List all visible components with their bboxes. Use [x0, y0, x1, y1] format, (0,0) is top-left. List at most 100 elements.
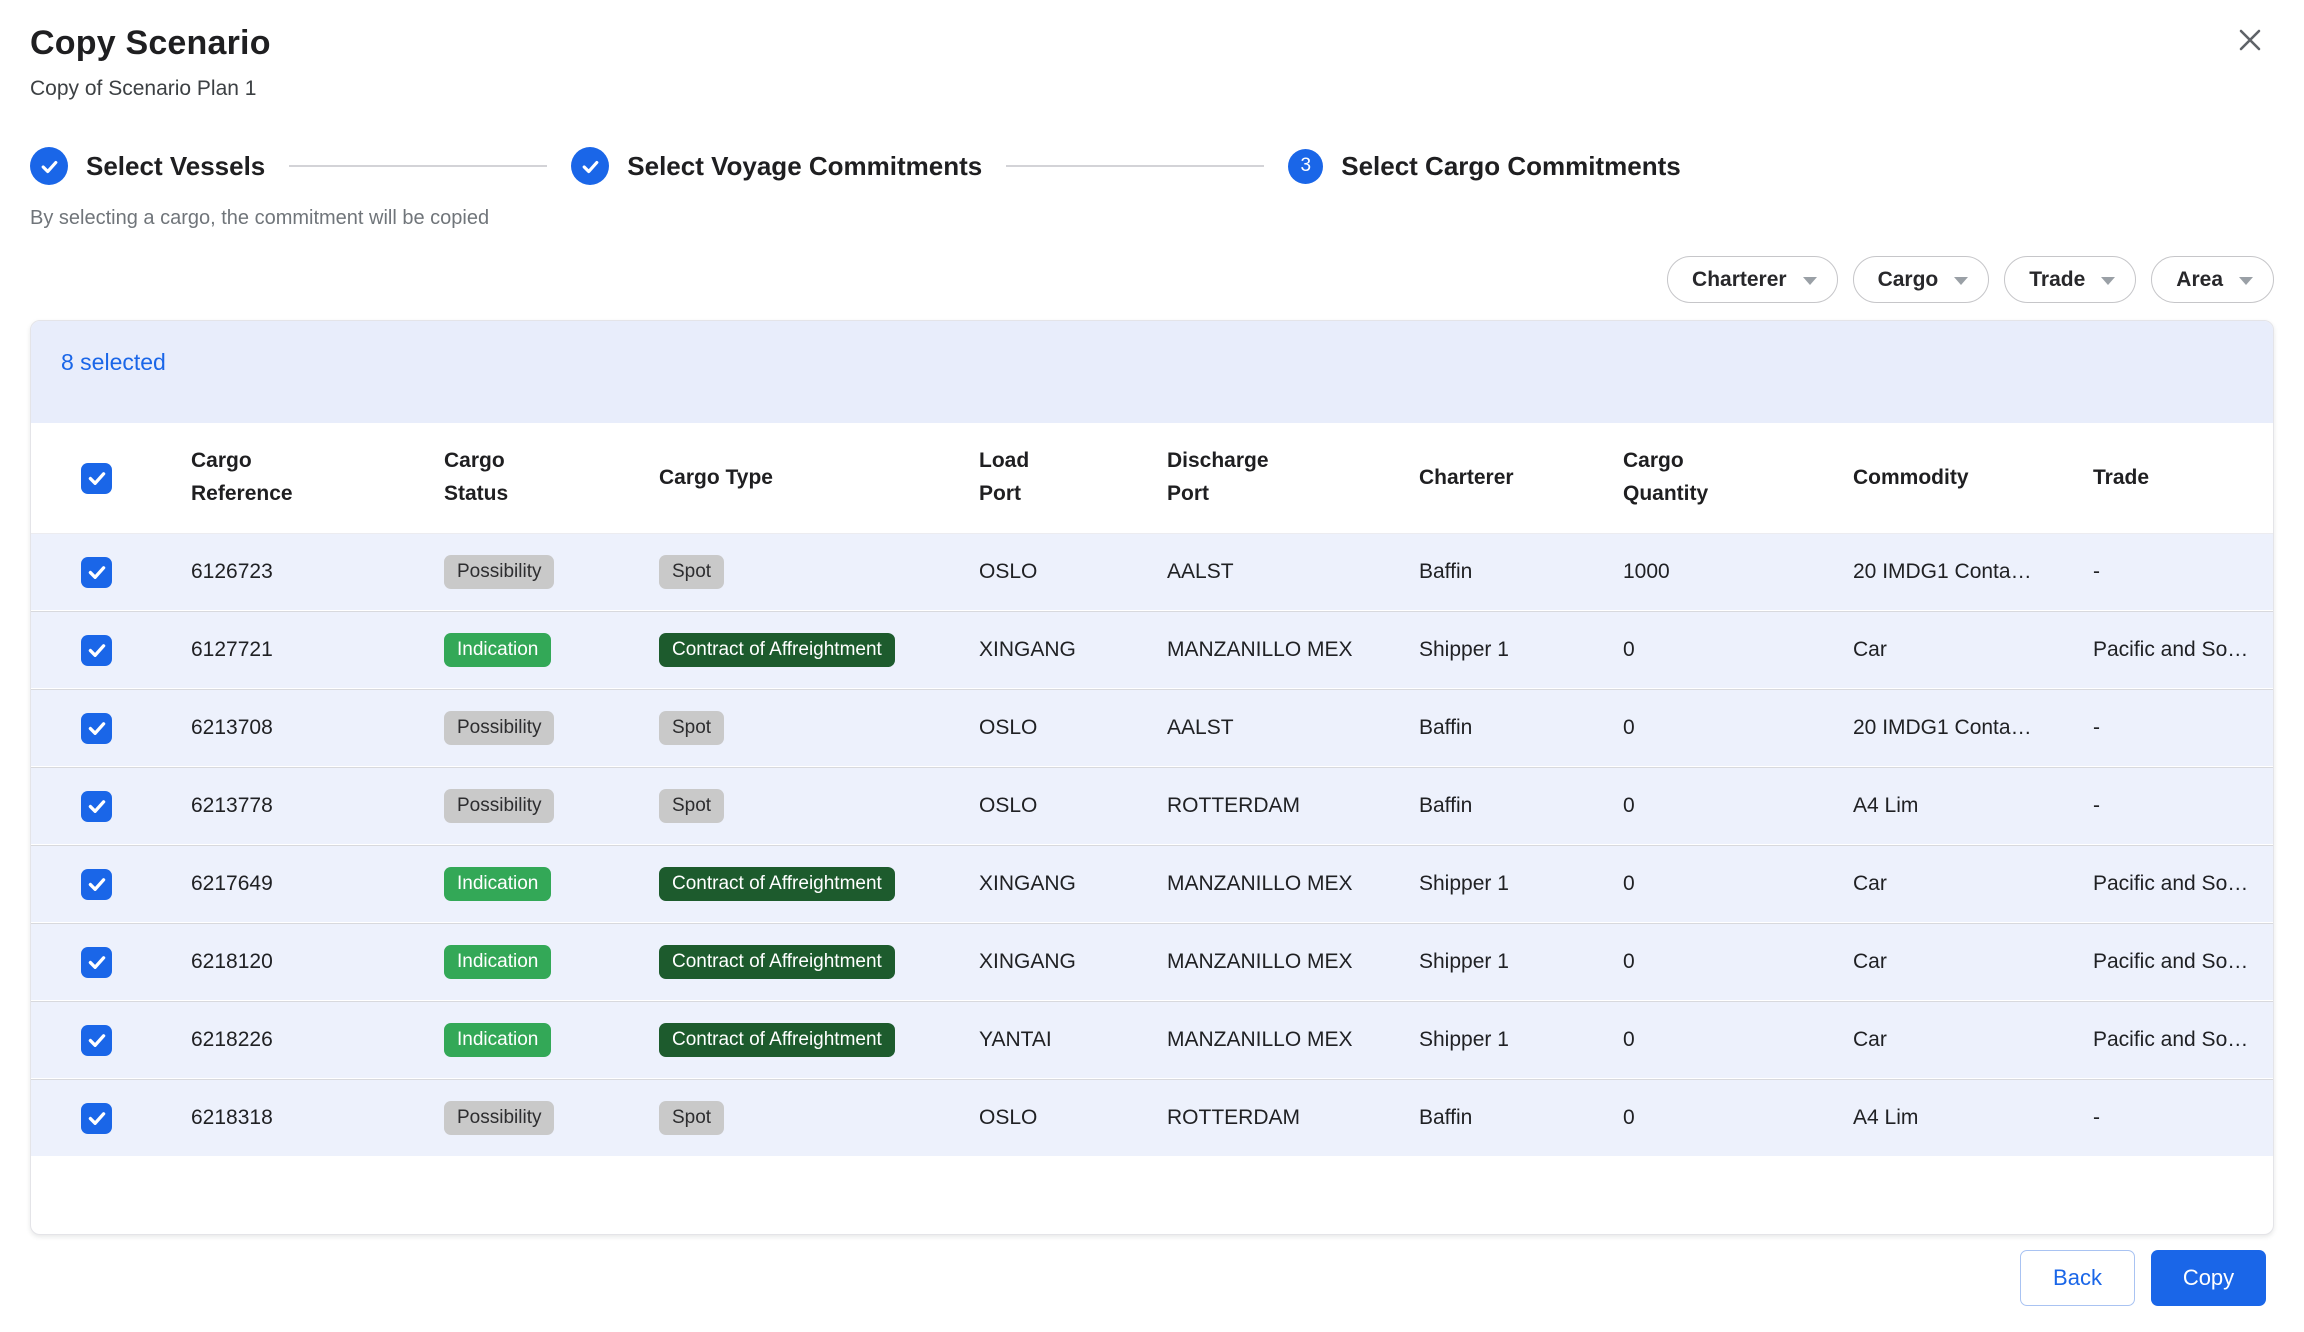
row-checkbox[interactable] [81, 713, 112, 744]
cell-discharge-port: ROTTERDAM [1167, 794, 1419, 818]
step-check-icon [571, 147, 609, 185]
cell-load-port: XINGANG [979, 950, 1167, 974]
table-row[interactable]: 6218226 Indication Contract of Affreight… [31, 1002, 2273, 1078]
cell-trade: - [2093, 560, 2274, 584]
table-body: 6126723 Possibility Spot OSLO AALST Baff… [31, 534, 2273, 1156]
cell-cargo-type: Contract of Affreightment [659, 945, 979, 979]
cargo-type-badge: Contract of Affreightment [659, 945, 895, 979]
cell-charterer: Shipper 1 [1419, 872, 1623, 896]
copy-scenario-dialog: Copy Scenario Copy of Scenario Plan 1 Se… [0, 0, 2304, 1332]
step-label: Select Voyage Commitments [627, 151, 982, 182]
cell-charterer: Baffin [1419, 560, 1623, 584]
cell-cargo-quantity: 0 [1623, 716, 1853, 740]
cell-charterer: Baffin [1419, 1106, 1623, 1130]
cargo-status-badge: Possibility [444, 1101, 554, 1135]
cell-cargo-status: Possibility [444, 711, 659, 745]
table-row[interactable]: 6213708 Possibility Spot OSLO AALST Baff… [31, 690, 2273, 766]
table-row[interactable]: 6218120 Indication Contract of Affreight… [31, 924, 2273, 1000]
cargo-type-badge: Spot [659, 789, 724, 823]
dialog-subtitle: Copy of Scenario Plan 1 [30, 77, 2266, 101]
cargo-status-badge: Indication [444, 1023, 551, 1057]
chevron-down-icon [2101, 277, 2115, 285]
cargo-type-badge: Spot [659, 711, 724, 745]
stepper: Select Vessels Select Voyage Commitments… [30, 147, 2274, 185]
filter-charterer[interactable]: Charterer [1667, 256, 1838, 303]
table-row[interactable]: 6218318 Possibility Spot OSLO ROTTERDAM … [31, 1080, 2273, 1156]
select-all-checkbox[interactable] [81, 463, 112, 494]
cell-cargo-reference: 6218226 [191, 1028, 444, 1052]
cell-cargo-type: Spot [659, 711, 979, 745]
step-select-vessels[interactable]: Select Vessels [30, 147, 265, 185]
row-checkbox[interactable] [81, 869, 112, 900]
cell-charterer: Baffin [1419, 716, 1623, 740]
stepper-connector [1006, 165, 1264, 167]
row-checkbox[interactable] [81, 791, 112, 822]
cell-cargo-type: Contract of Affreightment [659, 1023, 979, 1057]
stepper-connector [289, 165, 547, 167]
cell-cargo-status: Indication [444, 867, 659, 901]
cell-discharge-port: ROTTERDAM [1167, 1106, 1419, 1130]
step-select-cargo-commitments[interactable]: 3 Select Cargo Commitments [1288, 149, 1681, 184]
cell-commodity: Car [1853, 950, 2093, 974]
cargo-status-badge: Indication [444, 867, 551, 901]
cell-discharge-port: MANZANILLO MEX [1167, 1028, 1419, 1052]
cell-cargo-status: Indication [444, 1023, 659, 1057]
back-button[interactable]: Back [2020, 1250, 2135, 1306]
step-number: 3 [1300, 155, 1311, 177]
column-header-trade: Trade [2093, 462, 2274, 495]
cell-cargo-status: Indication [444, 633, 659, 667]
filter-cargo[interactable]: Cargo [1853, 256, 1990, 303]
table-row[interactable]: 6213778 Possibility Spot OSLO ROTTERDAM … [31, 768, 2273, 844]
close-button[interactable] [2230, 22, 2270, 62]
row-checkbox[interactable] [81, 557, 112, 588]
cell-cargo-quantity: 0 [1623, 950, 1853, 974]
cell-load-port: XINGANG [979, 638, 1167, 662]
filter-trade[interactable]: Trade [2004, 256, 2136, 303]
filter-label: Charterer [1692, 268, 1787, 292]
cell-cargo-type: Spot [659, 555, 979, 589]
cell-charterer: Shipper 1 [1419, 638, 1623, 662]
cell-charterer: Shipper 1 [1419, 950, 1623, 974]
cell-discharge-port: AALST [1167, 716, 1419, 740]
cell-load-port: OSLO [979, 716, 1167, 740]
row-checkbox[interactable] [81, 1103, 112, 1134]
cargo-status-badge: Indication [444, 945, 551, 979]
filter-area[interactable]: Area [2151, 256, 2274, 303]
dialog-header: Copy Scenario Copy of Scenario Plan 1 [0, 0, 2304, 101]
cell-cargo-status: Possibility [444, 555, 659, 589]
row-checkbox[interactable] [81, 635, 112, 666]
column-header-cargo-reference: Cargo Reference [191, 445, 444, 510]
step-label: Select Cargo Commitments [1341, 151, 1681, 182]
step-label: Select Vessels [86, 151, 265, 182]
cell-cargo-status: Possibility [444, 789, 659, 823]
page-title: Copy Scenario [30, 24, 2266, 63]
table-row[interactable]: 6217649 Indication Contract of Affreight… [31, 846, 2273, 922]
cell-commodity: Car [1853, 638, 2093, 662]
row-checkbox[interactable] [81, 947, 112, 978]
cell-cargo-status: Indication [444, 945, 659, 979]
filter-bar: Charterer Cargo Trade Area [0, 256, 2274, 303]
cargo-type-badge: Contract of Affreightment [659, 633, 895, 667]
cell-trade: Pacific and So… [2093, 1028, 2274, 1052]
cell-trade: - [2093, 794, 2274, 818]
selected-count: 8 selected [61, 349, 166, 375]
table-row[interactable]: 6127721 Indication Contract of Affreight… [31, 612, 2273, 688]
column-header-cargo-quantity: Cargo Quantity [1623, 445, 1853, 510]
column-header-cargo-status: Cargo Status [444, 445, 659, 510]
cell-cargo-quantity: 1000 [1623, 560, 1853, 584]
step-select-voyage-commitments[interactable]: Select Voyage Commitments [571, 147, 982, 185]
cell-cargo-type: Contract of Affreightment [659, 633, 979, 667]
cell-cargo-status: Possibility [444, 1101, 659, 1135]
cell-cargo-type: Spot [659, 1101, 979, 1135]
cell-cargo-reference: 6127721 [191, 638, 444, 662]
row-checkbox[interactable] [81, 1025, 112, 1056]
selection-banner: 8 selected [31, 321, 2273, 423]
copy-button[interactable]: Copy [2151, 1250, 2266, 1306]
chevron-down-icon [1803, 277, 1817, 285]
cell-cargo-quantity: 0 [1623, 1028, 1853, 1052]
cargo-status-badge: Possibility [444, 711, 554, 745]
column-header-cargo-type: Cargo Type [659, 462, 979, 495]
table-row[interactable]: 6126723 Possibility Spot OSLO AALST Baff… [31, 534, 2273, 610]
cargo-status-badge: Possibility [444, 789, 554, 823]
cell-load-port: OSLO [979, 1106, 1167, 1130]
